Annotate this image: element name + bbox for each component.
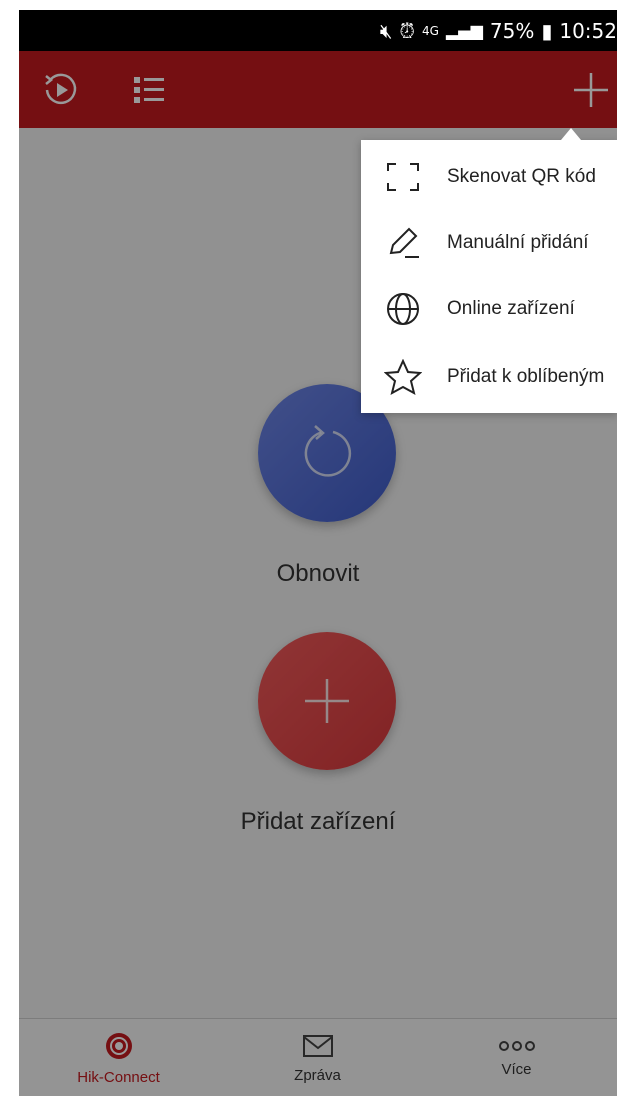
menu-item-label: Manuální přidání	[447, 232, 589, 253]
battery-percent: 75%	[489, 18, 535, 43]
qr-scan-icon	[383, 157, 423, 197]
signal-icon: ▂▄▆	[445, 21, 483, 40]
pencil-icon	[383, 223, 423, 263]
globe-icon	[383, 289, 423, 329]
menu-item-add-favorites[interactable]: Přidat k oblíbeným	[361, 344, 617, 410]
menu-item-label: Skenovat QR kód	[447, 166, 596, 187]
menu-item-manual-add[interactable]: Manuální přidání	[361, 210, 617, 276]
clock: 10:52	[559, 18, 617, 43]
status-icons: 🔇︎ ⏰︎ 4G ▂▄▆ 75% ▮ 10:52	[380, 10, 617, 51]
star-icon	[383, 357, 423, 397]
mute-icon: 🔇︎	[379, 18, 393, 43]
menu-item-scan-qr[interactable]: Skenovat QR kód	[361, 144, 617, 210]
add-menu-popup: Skenovat QR kód Manuální přidání Online …	[361, 128, 617, 413]
phone-screen: 🔇︎ ⏰︎ 4G ▂▄▆ 75% ▮ 10:52 Obnovit Přidat …	[19, 10, 617, 1096]
menu-item-online-devices[interactable]: Online zařízení	[361, 276, 617, 342]
network-type: 4G	[422, 23, 439, 38]
menu-item-label: Online zařízení	[447, 298, 575, 319]
alarm-icon: ⏰︎	[399, 18, 416, 43]
status-bar: 🔇︎ ⏰︎ 4G ▂▄▆ 75% ▮ 10:52	[19, 10, 617, 51]
battery-icon: ▮	[541, 18, 553, 43]
menu-item-label: Přidat k oblíbeným	[447, 366, 605, 387]
